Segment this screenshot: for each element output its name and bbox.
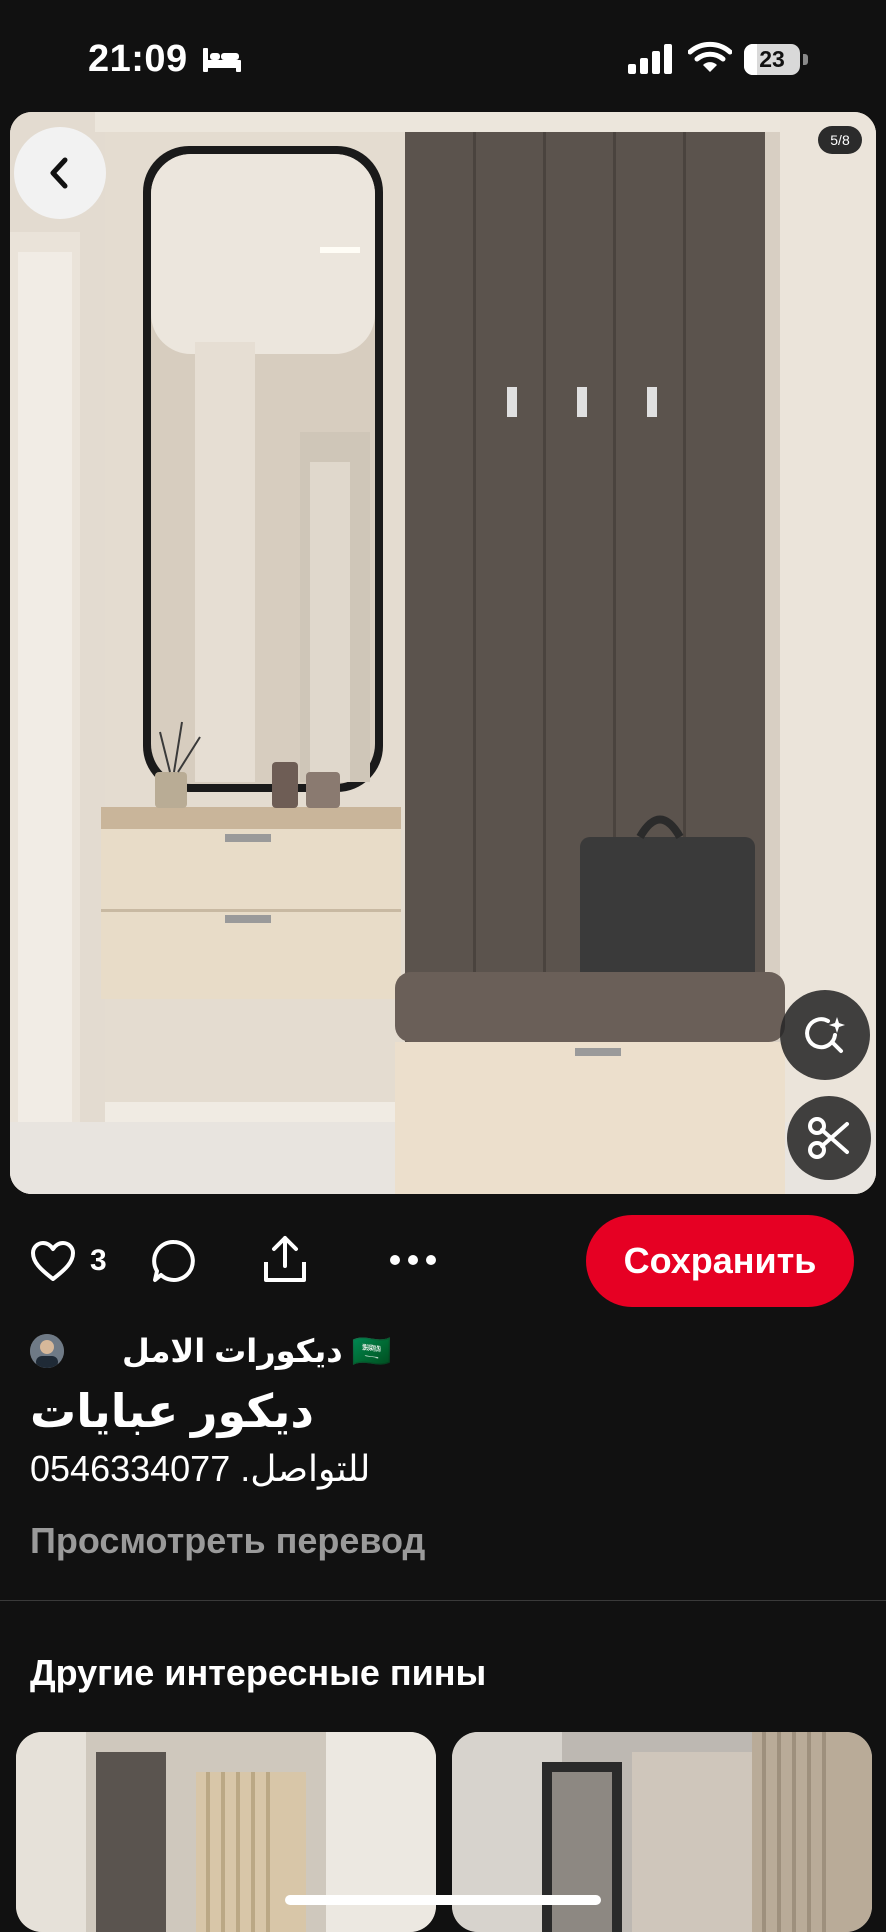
bed-icon (203, 48, 241, 72)
share-icon[interactable] (262, 1234, 308, 1284)
battery-level: 23 (759, 46, 785, 72)
author-row[interactable]: ديكورات الامل 🇸🇦 (30, 1330, 430, 1374)
more-options-icon[interactable] (388, 1250, 438, 1270)
save-button[interactable]: Сохранить (586, 1215, 854, 1307)
avatar[interactable] (30, 1334, 64, 1368)
crop-button[interactable] (787, 1096, 871, 1180)
pin-description: للتواصل. 0546334077 (30, 1448, 371, 1489)
sparkle-search-icon (805, 1017, 845, 1053)
pin-title: ديكور عبايات (30, 1385, 314, 1437)
visual-search-button[interactable] (780, 990, 870, 1080)
heart-icon[interactable] (30, 1240, 76, 1282)
status-bar: 21:09 23 (0, 0, 886, 110)
status-time: 21:09 (88, 38, 188, 80)
home-indicator[interactable] (285, 1895, 601, 1905)
chevron-left-icon (50, 157, 68, 189)
image-page-counter: 5/8 (818, 126, 862, 154)
pin-image[interactable] (10, 112, 876, 1194)
battery-icon: 23 (744, 44, 808, 75)
hallway-photo (10, 112, 876, 1194)
divider (0, 1600, 886, 1601)
view-translation-link[interactable]: Просмотреть перевод (30, 1520, 425, 1562)
scissors-icon (808, 1117, 849, 1159)
author-name[interactable]: ديكورات الامل 🇸🇦 (122, 1332, 391, 1370)
comment-icon[interactable] (151, 1238, 197, 1284)
cellular-signal-icon (628, 44, 672, 74)
like-count: 3 (90, 1244, 107, 1277)
more-pins-heading: Другие интересные пины (30, 1652, 487, 1693)
back-button[interactable] (14, 127, 106, 219)
wifi-icon (688, 41, 732, 72)
